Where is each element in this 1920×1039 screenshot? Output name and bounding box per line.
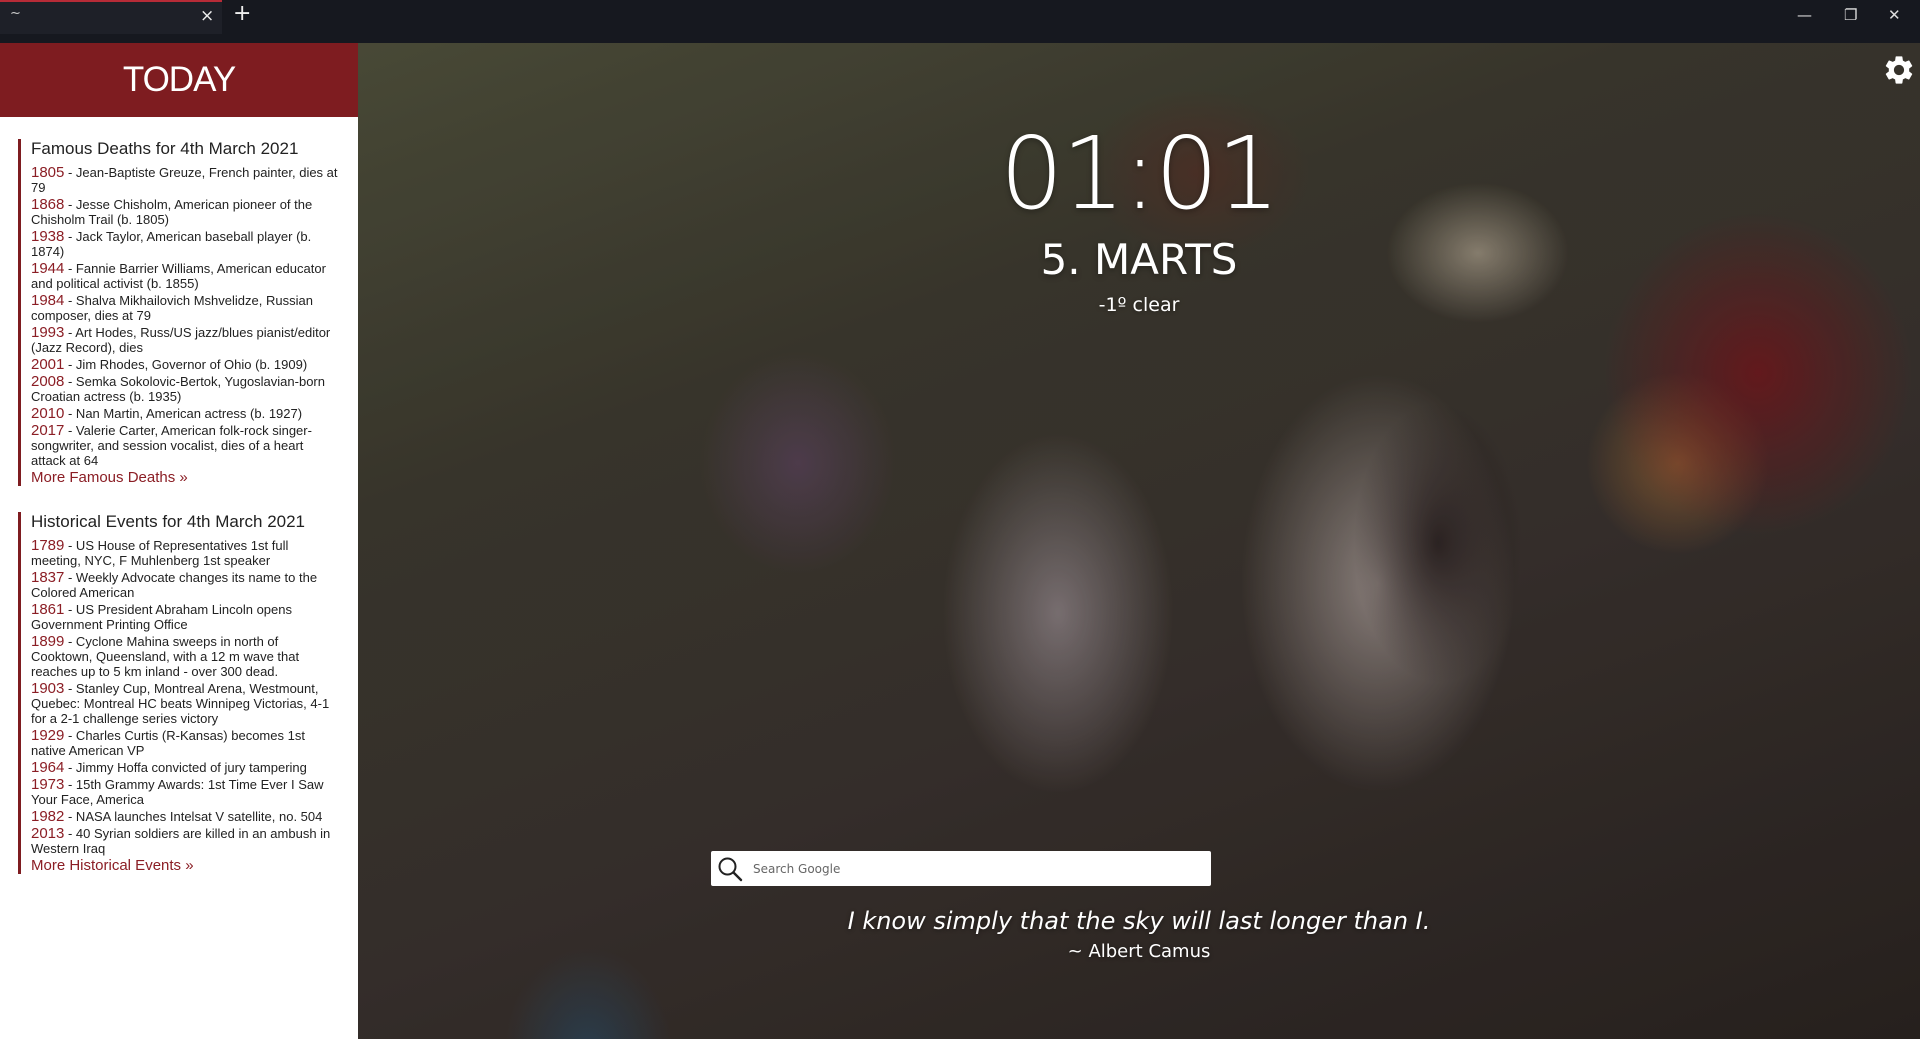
tab-close-icon[interactable]: × [200,6,214,26]
event-year[interactable]: 1944 [31,260,64,277]
event-year[interactable]: 1929 [31,727,64,744]
event-text: - Nan Martin, American actress (b. 1927) [64,406,303,421]
event-year[interactable]: 2001 [31,356,64,373]
gear-icon[interactable] [1882,53,1916,87]
list-item: 1938 - Jack Taylor, American baseball pl… [31,229,340,259]
event-text: - Jim Rhodes, Governor of Ohio (b. 1909) [64,357,308,372]
quote-author: ~ Albert Camus [1067,941,1211,962]
restore-icon[interactable]: ❐ [1844,6,1857,24]
event-text: - Jimmy Hoffa convicted of jury tamperin… [64,760,307,775]
event-text: - Weekly Advocate changes its name to th… [31,570,318,600]
list-item: 1993 - Art Hodes, Russ/US jazz/blues pia… [31,325,340,355]
event-year[interactable]: 1964 [31,759,64,776]
historical-events-section: Historical Events for 4th March 2021 178… [18,512,340,874]
historical-events-list: 1789 - US House of Representatives 1st f… [31,538,340,856]
event-year[interactable]: 1868 [31,196,64,213]
event-year[interactable]: 1789 [31,537,64,554]
event-year[interactable]: 2017 [31,422,64,439]
event-text: - US President Abraham Lincoln opens Gov… [31,602,293,632]
close-window-icon[interactable]: ✕ [1888,6,1901,24]
list-item: 2010 - Nan Martin, American actress (b. … [31,406,340,421]
list-item: 1868 - Jesse Chisholm, American pioneer … [31,197,340,227]
event-text: - US House of Representatives 1st full m… [31,538,289,568]
event-year[interactable]: 1938 [31,228,64,245]
list-item: 1903 - Stanley Cup, Montreal Arena, West… [31,681,340,726]
event-year[interactable]: 1861 [31,601,64,618]
event-year[interactable]: 1805 [31,164,64,181]
quote-text: I know simply that the sky will last lon… [847,907,1431,935]
list-item: 1837 - Weekly Advocate changes its name … [31,570,340,600]
event-year[interactable]: 2013 [31,825,64,842]
list-item: 1973 - 15th Grammy Awards: 1st Time Ever… [31,777,340,807]
list-item: 2017 - Valerie Carter, American folk-roc… [31,423,340,468]
search-box[interactable] [711,851,1211,886]
event-year[interactable]: 1899 [31,633,64,650]
event-text: - Shalva Mikhailovich Mshvelidze, Russia… [31,293,313,323]
list-item: 2001 - Jim Rhodes, Governor of Ohio (b. … [31,357,340,372]
event-year[interactable]: 1993 [31,324,64,341]
event-year[interactable]: 1982 [31,808,64,825]
weather-text: -1º clear [1098,294,1180,316]
list-item: 2013 - 40 Syrian soldiers are killed in … [31,826,340,856]
historical-events-heading: Historical Events for 4th March 2021 [31,512,306,531]
current-date: 5. MARTS [1040,235,1238,284]
event-year[interactable]: 2008 [31,373,64,390]
event-text: - Art Hodes, Russ/US jazz/blues pianist/… [31,325,331,355]
event-year[interactable]: 1903 [31,680,64,697]
background-image: 01:01 5. MARTS -1º clear I know simply t… [358,43,1920,1039]
event-text: - Charles Curtis (R-Kansas) becomes 1st … [31,728,305,758]
list-item: 1805 - Jean-Baptiste Greuze, French pain… [31,165,340,195]
minimize-icon[interactable]: — [1797,6,1812,24]
list-item: 1861 - US President Abraham Lincoln open… [31,602,340,632]
list-item: 1929 - Charles Curtis (R-Kansas) becomes… [31,728,340,758]
more-famous-deaths-link[interactable]: More Famous Deaths » [31,469,340,486]
event-text: - Stanley Cup, Montreal Arena, Westmount… [31,681,330,726]
event-year[interactable]: 2010 [31,405,64,422]
list-item: 1964 - Jimmy Hoffa convicted of jury tam… [31,760,340,775]
event-text: - 15th Grammy Awards: 1st Time Ever I Sa… [31,777,324,807]
browser-titlebar: ~ × + — ❐ ✕ [0,0,1920,43]
famous-deaths-list: 1805 - Jean-Baptiste Greuze, French pain… [31,165,340,468]
browser-tab[interactable]: ~ × [0,0,222,34]
event-year[interactable]: 1837 [31,569,64,586]
famous-deaths-heading: Famous Deaths for 4th March 2021 [31,139,299,158]
clock-time: 01:01 [999,115,1280,232]
tab-title: ~ [10,6,21,21]
event-text: - Fannie Barrier Williams, American educ… [31,261,326,291]
more-historical-events-link[interactable]: More Historical Events » [31,857,340,874]
event-year[interactable]: 1973 [31,776,64,793]
search-icon [718,857,743,882]
search-input[interactable] [753,855,1193,882]
event-year[interactable]: 1984 [31,292,64,309]
list-item: 1789 - US House of Representatives 1st f… [31,538,340,568]
event-text: - Valerie Carter, American folk-rock sin… [31,423,312,468]
new-tab-icon[interactable]: + [233,1,251,26]
event-text: - NASA launches Intelsat V satellite, no… [64,809,323,824]
today-sidebar: TODAY Famous Deaths for 4th March 2021 1… [0,43,358,1039]
list-item: 2008 - Semka Sokolovic-Bertok, Yugoslavi… [31,374,340,404]
sidebar-header: TODAY [0,43,358,117]
famous-deaths-section: Famous Deaths for 4th March 2021 1805 - … [18,139,340,486]
event-text: - Jesse Chisholm, American pioneer of th… [31,197,313,227]
event-text: - Cyclone Mahina sweeps in north of Cook… [31,634,300,679]
event-text: - 40 Syrian soldiers are killed in an am… [31,826,331,856]
event-text: - Semka Sokolovic-Bertok, Yugoslavian-bo… [31,374,325,404]
list-item: 1982 - NASA launches Intelsat V satellit… [31,809,340,824]
list-item: 1944 - Fannie Barrier Williams, American… [31,261,340,291]
event-text: - Jean-Baptiste Greuze, French painter, … [31,165,338,195]
event-text: - Jack Taylor, American baseball player … [31,229,312,259]
sidebar-title: TODAY [122,60,236,99]
list-item: 1899 - Cyclone Mahina sweeps in north of… [31,634,340,679]
list-item: 1984 - Shalva Mikhailovich Mshvelidze, R… [31,293,340,323]
